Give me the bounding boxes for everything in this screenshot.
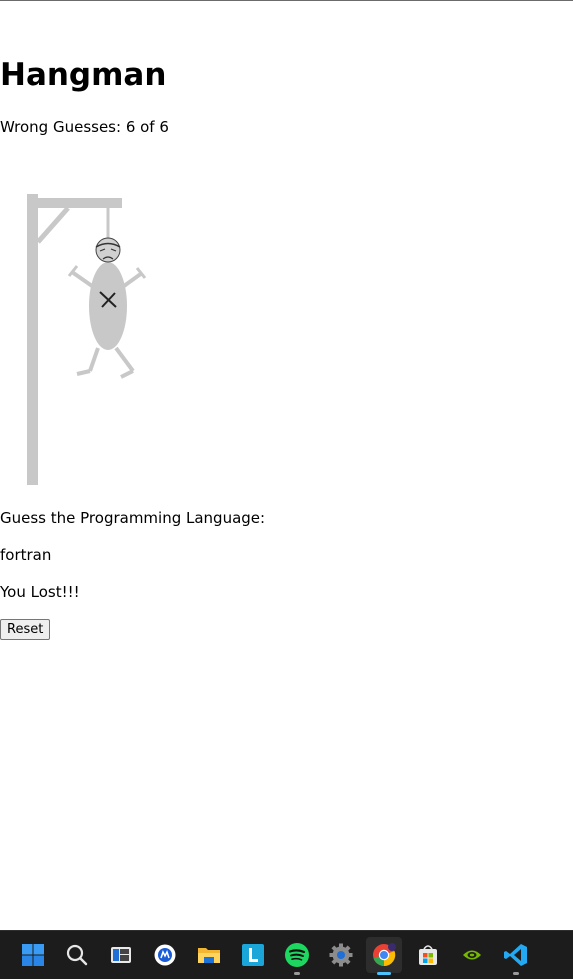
task-view-icon[interactable]	[103, 937, 139, 973]
hangman-page: Hangman Wrong Guesses: 6 of 6 Guess the …	[0, 0, 573, 930]
left-foot	[76, 369, 91, 376]
store-icon[interactable]	[410, 937, 446, 973]
browser-icon[interactable]	[147, 937, 183, 973]
wrong-guesses-counter: Wrong Guesses: 6 of 6	[0, 118, 169, 136]
revealed-word: fortran	[0, 546, 52, 564]
right-foot	[120, 369, 134, 379]
right-arm	[122, 271, 144, 288]
vscode-icon[interactable]	[498, 937, 534, 975]
left-arm	[70, 270, 94, 288]
spotify-icon[interactable]	[279, 937, 315, 975]
taskbar	[0, 930, 573, 979]
head	[95, 237, 121, 263]
gallows-post	[27, 194, 38, 485]
nvidia-icon[interactable]	[454, 937, 490, 973]
guess-prompt: Guess the Programming Language:	[0, 509, 266, 527]
gallows-beam	[27, 198, 122, 208]
body	[89, 262, 127, 350]
left-leg	[88, 347, 100, 372]
game-result: You Lost!!!	[0, 583, 80, 601]
page-title: Hangman	[0, 57, 167, 93]
settings-icon[interactable]	[323, 937, 359, 973]
right-leg	[114, 346, 135, 373]
chrome-icon[interactable]	[366, 937, 402, 975]
start-icon[interactable]	[15, 937, 51, 973]
l-app-icon[interactable]	[235, 937, 271, 973]
file-explorer-icon[interactable]	[191, 937, 227, 973]
hangman-drawing	[27, 194, 147, 485]
reset-button[interactable]: Reset	[0, 619, 51, 640]
search-icon[interactable]	[59, 937, 95, 973]
gallows-brace	[36, 206, 70, 244]
